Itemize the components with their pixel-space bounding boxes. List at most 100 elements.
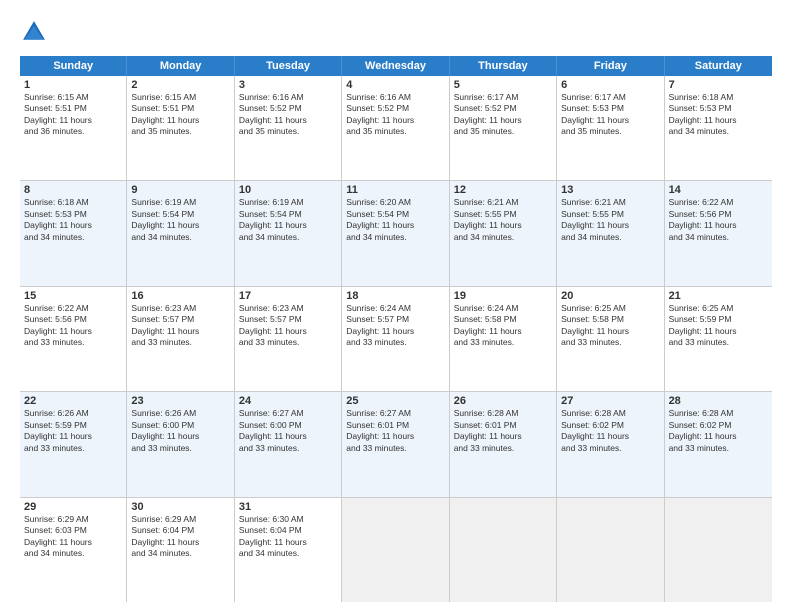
calendar-cell-day-27: 27Sunrise: 6:28 AMSunset: 6:02 PMDayligh… <box>557 392 664 496</box>
calendar-week-2: 8Sunrise: 6:18 AMSunset: 5:53 PMDaylight… <box>20 181 772 286</box>
day-number: 21 <box>669 290 768 302</box>
header-day-friday: Friday <box>557 56 664 76</box>
day-number: 25 <box>346 395 444 407</box>
header-day-thursday: Thursday <box>450 56 557 76</box>
calendar-cell-day-12: 12Sunrise: 6:21 AMSunset: 5:55 PMDayligh… <box>450 181 557 285</box>
header-day-sunday: Sunday <box>20 56 127 76</box>
day-number: 6 <box>561 79 659 91</box>
day-number: 29 <box>24 501 122 513</box>
day-number: 5 <box>454 79 552 91</box>
calendar-cell-day-4: 4Sunrise: 6:16 AMSunset: 5:52 PMDaylight… <box>342 76 449 180</box>
cell-info: Sunrise: 6:17 AMSunset: 5:53 PMDaylight:… <box>561 92 659 138</box>
header-day-wednesday: Wednesday <box>342 56 449 76</box>
cell-info: Sunrise: 6:23 AMSunset: 5:57 PMDaylight:… <box>131 303 229 349</box>
cell-info: Sunrise: 6:19 AMSunset: 5:54 PMDaylight:… <box>239 197 337 243</box>
cell-info: Sunrise: 6:28 AMSunset: 6:02 PMDaylight:… <box>561 408 659 454</box>
calendar-cell-day-15: 15Sunrise: 6:22 AMSunset: 5:56 PMDayligh… <box>20 287 127 391</box>
cell-info: Sunrise: 6:18 AMSunset: 5:53 PMDaylight:… <box>24 197 122 243</box>
cell-info: Sunrise: 6:30 AMSunset: 6:04 PMDaylight:… <box>239 514 337 560</box>
header-day-monday: Monday <box>127 56 234 76</box>
calendar-cell-day-26: 26Sunrise: 6:28 AMSunset: 6:01 PMDayligh… <box>450 392 557 496</box>
day-number: 11 <box>346 184 444 196</box>
cell-info: Sunrise: 6:23 AMSunset: 5:57 PMDaylight:… <box>239 303 337 349</box>
empty-cell <box>665 498 772 602</box>
day-number: 24 <box>239 395 337 407</box>
day-number: 12 <box>454 184 552 196</box>
calendar-cell-day-28: 28Sunrise: 6:28 AMSunset: 6:02 PMDayligh… <box>665 392 772 496</box>
calendar-page: SundayMondayTuesdayWednesdayThursdayFrid… <box>0 0 792 612</box>
day-number: 19 <box>454 290 552 302</box>
logo-icon <box>20 18 48 46</box>
cell-info: Sunrise: 6:17 AMSunset: 5:52 PMDaylight:… <box>454 92 552 138</box>
cell-info: Sunrise: 6:25 AMSunset: 5:58 PMDaylight:… <box>561 303 659 349</box>
empty-cell <box>557 498 664 602</box>
logo <box>20 18 52 46</box>
calendar-cell-day-1: 1Sunrise: 6:15 AMSunset: 5:51 PMDaylight… <box>20 76 127 180</box>
calendar-week-4: 22Sunrise: 6:26 AMSunset: 5:59 PMDayligh… <box>20 392 772 497</box>
calendar-cell-day-10: 10Sunrise: 6:19 AMSunset: 5:54 PMDayligh… <box>235 181 342 285</box>
calendar-cell-day-3: 3Sunrise: 6:16 AMSunset: 5:52 PMDaylight… <box>235 76 342 180</box>
day-number: 31 <box>239 501 337 513</box>
calendar-cell-day-20: 20Sunrise: 6:25 AMSunset: 5:58 PMDayligh… <box>557 287 664 391</box>
header-day-tuesday: Tuesday <box>235 56 342 76</box>
calendar-cell-day-2: 2Sunrise: 6:15 AMSunset: 5:51 PMDaylight… <box>127 76 234 180</box>
day-number: 13 <box>561 184 659 196</box>
day-number: 7 <box>669 79 768 91</box>
cell-info: Sunrise: 6:22 AMSunset: 5:56 PMDaylight:… <box>24 303 122 349</box>
calendar-cell-day-18: 18Sunrise: 6:24 AMSunset: 5:57 PMDayligh… <box>342 287 449 391</box>
calendar-cell-day-9: 9Sunrise: 6:19 AMSunset: 5:54 PMDaylight… <box>127 181 234 285</box>
day-number: 17 <box>239 290 337 302</box>
cell-info: Sunrise: 6:21 AMSunset: 5:55 PMDaylight:… <box>454 197 552 243</box>
day-number: 26 <box>454 395 552 407</box>
day-number: 2 <box>131 79 229 91</box>
day-number: 22 <box>24 395 122 407</box>
day-number: 15 <box>24 290 122 302</box>
calendar-week-5: 29Sunrise: 6:29 AMSunset: 6:03 PMDayligh… <box>20 498 772 602</box>
cell-info: Sunrise: 6:21 AMSunset: 5:55 PMDaylight:… <box>561 197 659 243</box>
calendar-cell-day-25: 25Sunrise: 6:27 AMSunset: 6:01 PMDayligh… <box>342 392 449 496</box>
calendar-cell-day-24: 24Sunrise: 6:27 AMSunset: 6:00 PMDayligh… <box>235 392 342 496</box>
cell-info: Sunrise: 6:24 AMSunset: 5:58 PMDaylight:… <box>454 303 552 349</box>
day-number: 1 <box>24 79 122 91</box>
calendar-cell-day-31: 31Sunrise: 6:30 AMSunset: 6:04 PMDayligh… <box>235 498 342 602</box>
calendar-cell-day-6: 6Sunrise: 6:17 AMSunset: 5:53 PMDaylight… <box>557 76 664 180</box>
calendar-cell-day-7: 7Sunrise: 6:18 AMSunset: 5:53 PMDaylight… <box>665 76 772 180</box>
header <box>20 18 772 46</box>
cell-info: Sunrise: 6:25 AMSunset: 5:59 PMDaylight:… <box>669 303 768 349</box>
calendar-header: SundayMondayTuesdayWednesdayThursdayFrid… <box>20 56 772 76</box>
cell-info: Sunrise: 6:28 AMSunset: 6:02 PMDaylight:… <box>669 408 768 454</box>
calendar-cell-day-5: 5Sunrise: 6:17 AMSunset: 5:52 PMDaylight… <box>450 76 557 180</box>
cell-info: Sunrise: 6:22 AMSunset: 5:56 PMDaylight:… <box>669 197 768 243</box>
day-number: 10 <box>239 184 337 196</box>
day-number: 18 <box>346 290 444 302</box>
day-number: 30 <box>131 501 229 513</box>
day-number: 14 <box>669 184 768 196</box>
cell-info: Sunrise: 6:29 AMSunset: 6:04 PMDaylight:… <box>131 514 229 560</box>
cell-info: Sunrise: 6:28 AMSunset: 6:01 PMDaylight:… <box>454 408 552 454</box>
cell-info: Sunrise: 6:19 AMSunset: 5:54 PMDaylight:… <box>131 197 229 243</box>
day-number: 16 <box>131 290 229 302</box>
cell-info: Sunrise: 6:29 AMSunset: 6:03 PMDaylight:… <box>24 514 122 560</box>
calendar-cell-day-14: 14Sunrise: 6:22 AMSunset: 5:56 PMDayligh… <box>665 181 772 285</box>
empty-cell <box>342 498 449 602</box>
cell-info: Sunrise: 6:16 AMSunset: 5:52 PMDaylight:… <box>346 92 444 138</box>
day-number: 8 <box>24 184 122 196</box>
calendar-week-1: 1Sunrise: 6:15 AMSunset: 5:51 PMDaylight… <box>20 76 772 181</box>
cell-info: Sunrise: 6:24 AMSunset: 5:57 PMDaylight:… <box>346 303 444 349</box>
calendar-cell-day-19: 19Sunrise: 6:24 AMSunset: 5:58 PMDayligh… <box>450 287 557 391</box>
cell-info: Sunrise: 6:20 AMSunset: 5:54 PMDaylight:… <box>346 197 444 243</box>
calendar-cell-day-17: 17Sunrise: 6:23 AMSunset: 5:57 PMDayligh… <box>235 287 342 391</box>
cell-info: Sunrise: 6:26 AMSunset: 5:59 PMDaylight:… <box>24 408 122 454</box>
day-number: 27 <box>561 395 659 407</box>
cell-info: Sunrise: 6:27 AMSunset: 6:00 PMDaylight:… <box>239 408 337 454</box>
calendar-cell-day-11: 11Sunrise: 6:20 AMSunset: 5:54 PMDayligh… <box>342 181 449 285</box>
calendar-cell-day-13: 13Sunrise: 6:21 AMSunset: 5:55 PMDayligh… <box>557 181 664 285</box>
cell-info: Sunrise: 6:16 AMSunset: 5:52 PMDaylight:… <box>239 92 337 138</box>
cell-info: Sunrise: 6:15 AMSunset: 5:51 PMDaylight:… <box>131 92 229 138</box>
cell-info: Sunrise: 6:18 AMSunset: 5:53 PMDaylight:… <box>669 92 768 138</box>
calendar-body: 1Sunrise: 6:15 AMSunset: 5:51 PMDaylight… <box>20 76 772 602</box>
day-number: 4 <box>346 79 444 91</box>
cell-info: Sunrise: 6:15 AMSunset: 5:51 PMDaylight:… <box>24 92 122 138</box>
calendar: SundayMondayTuesdayWednesdayThursdayFrid… <box>20 56 772 602</box>
empty-cell <box>450 498 557 602</box>
